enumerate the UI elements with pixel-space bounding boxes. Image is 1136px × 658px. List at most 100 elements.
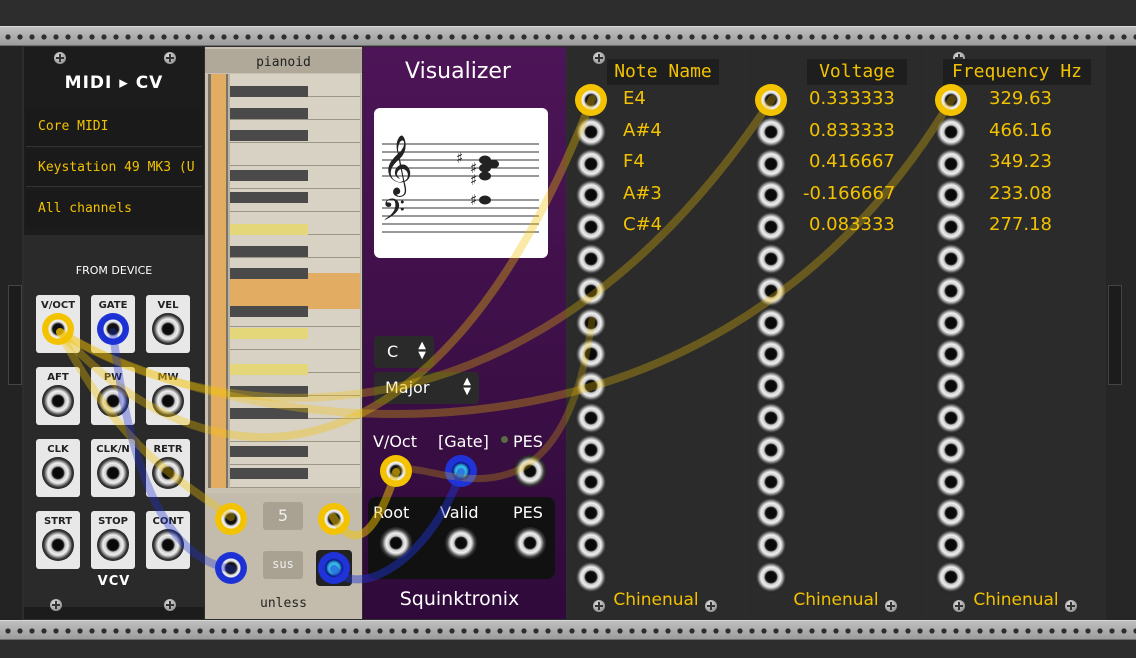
visualizer-gate-input-jack[interactable] [445, 455, 477, 487]
screw-icon [953, 600, 965, 612]
poly-input-jack[interactable] [575, 370, 607, 403]
pianoid-pitch-jack[interactable] [215, 503, 247, 535]
voltage-value: 0.083333 [809, 214, 895, 235]
frequency-value: 277.18 [989, 214, 1052, 235]
poly-input-jack[interactable] [935, 84, 967, 116]
poly-input-jack[interactable] [575, 402, 607, 434]
midi-driver-select[interactable]: Core MIDI [26, 109, 202, 147]
poly-input-jack[interactable] [575, 211, 607, 244]
bottom-rack-rail [0, 620, 1136, 640]
poly-input-jack[interactable] [755, 211, 787, 244]
poly-input-jack[interactable] [575, 274, 607, 307]
poly-input-jack[interactable] [755, 274, 787, 307]
poly-input-jack[interactable] [755, 243, 787, 275]
pianoid-title: pianoid [205, 49, 362, 73]
poly-input-jack[interactable] [755, 338, 787, 371]
poly-input-jack[interactable] [575, 465, 607, 498]
voct-output-jack[interactable] [42, 313, 74, 345]
poly-input-jack[interactable] [935, 370, 967, 403]
chord-notes [479, 155, 499, 205]
midi-device-select[interactable]: Keystation 49 MK3 (U [26, 149, 202, 187]
frequency-value: 329.63 [989, 88, 1052, 109]
poly-input-jack[interactable] [755, 115, 787, 148]
screw-icon [164, 599, 176, 611]
note-name-module: Note Name E4 A#4 F4 A#3 C#4 Chinenual [567, 47, 745, 619]
mode-select-value: Major [385, 378, 430, 397]
poly-input-jack[interactable] [755, 497, 787, 530]
frequency-value: 349.23 [989, 151, 1052, 172]
pianoid-sus-label: sus [272, 557, 294, 571]
poly-input-jack[interactable] [575, 338, 607, 371]
clk-output-jack[interactable] [42, 457, 74, 489]
stop-output-jack[interactable] [97, 529, 129, 561]
midi-channel-select[interactable]: All channels [26, 190, 202, 228]
key-select[interactable]: C ▲ ▼ [374, 336, 434, 368]
vel-output-jack[interactable] [152, 313, 184, 345]
poly-input-jack[interactable] [755, 179, 787, 212]
strt-output-jack[interactable] [42, 529, 74, 561]
poly-input-jack[interactable] [935, 179, 967, 212]
poly-input-jack[interactable] [935, 147, 967, 180]
retr-output-jack[interactable] [152, 457, 184, 489]
poly-input-jack[interactable] [575, 497, 607, 530]
poly-input-jack[interactable] [935, 243, 967, 275]
poly-input-jack[interactable] [935, 211, 967, 244]
poly-input-jack[interactable] [935, 561, 967, 593]
pianoid-value-button[interactable]: 5 [263, 502, 303, 530]
pianoid-value-label: 5 [277, 506, 289, 525]
poly-input-jack[interactable] [935, 115, 967, 148]
note-value: F4 [623, 151, 645, 172]
poly-input-jack[interactable] [935, 338, 967, 371]
poly-input-jack[interactable] [755, 84, 787, 116]
pw-output-jack[interactable] [97, 385, 129, 417]
poly-input-jack[interactable] [935, 433, 967, 466]
poly-input-jack[interactable] [575, 529, 607, 562]
poly-input-jack[interactable] [935, 465, 967, 498]
visualizer-pes-input-jack[interactable] [514, 455, 546, 487]
frequency-title: Frequency Hz [943, 59, 1091, 85]
poly-input-jack[interactable] [575, 243, 607, 275]
poly-input-jack[interactable] [755, 306, 787, 339]
clkn-output-jack[interactable] [97, 457, 129, 489]
poly-input-jack[interactable] [755, 402, 787, 434]
root-output-jack[interactable] [380, 527, 412, 559]
poly-input-jack[interactable] [575, 147, 607, 180]
pianoid-gate-out-jack[interactable] [318, 552, 350, 584]
visualizer-voct-input-jack[interactable] [380, 455, 412, 487]
valid-output-jack[interactable] [445, 527, 477, 559]
poly-input-jack[interactable] [935, 529, 967, 562]
poly-input-jack[interactable] [575, 179, 607, 212]
svg-text:♯: ♯ [456, 149, 463, 167]
poly-input-jack[interactable] [935, 274, 967, 307]
pes-output-jack[interactable] [514, 527, 546, 559]
poly-input-jack[interactable] [755, 147, 787, 180]
poly-input-jack[interactable] [575, 561, 607, 593]
pianoid-gate-jack[interactable] [318, 503, 350, 535]
piano-keyboard[interactable] [208, 74, 361, 488]
pianoid-gate-out-square[interactable] [316, 550, 352, 586]
cont-output-jack[interactable] [152, 529, 184, 561]
poly-input-jack[interactable] [755, 465, 787, 498]
poly-input-jack[interactable] [935, 402, 967, 434]
poly-input-jack[interactable] [755, 561, 787, 593]
gate-output-jack[interactable] [97, 313, 129, 345]
poly-input-jack[interactable] [575, 84, 607, 116]
svg-text:♯: ♯ [470, 191, 477, 209]
pianoid-sus-button[interactable]: sus [263, 551, 303, 579]
poly-input-jack[interactable] [575, 115, 607, 148]
mode-select[interactable]: Major ▲ ▼ [374, 372, 479, 404]
poly-input-jack[interactable] [575, 433, 607, 466]
note-name-title: Note Name [607, 59, 719, 85]
aft-output-jack[interactable] [42, 385, 74, 417]
poly-input-jack[interactable] [755, 529, 787, 562]
pianoid-gate-in-jack[interactable] [215, 552, 247, 584]
poly-input-jack[interactable] [755, 370, 787, 403]
mw-output-jack[interactable] [152, 385, 184, 417]
poly-input-jack[interactable] [935, 497, 967, 530]
poly-input-jack[interactable] [575, 306, 607, 339]
poly-input-jack[interactable] [935, 306, 967, 339]
frequency-value: 233.08 [989, 183, 1052, 204]
jack-tile-cont: CONT [146, 511, 190, 569]
poly-input-jack[interactable] [755, 433, 787, 466]
jack-tile-aft: AFT [36, 367, 80, 425]
